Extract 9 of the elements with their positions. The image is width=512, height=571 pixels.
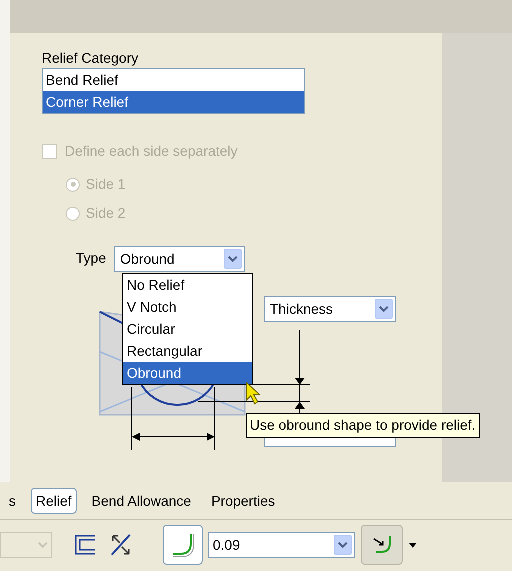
combo-value: Obround — [120, 250, 175, 268]
tooltip: Use obround shape to provide relief. — [246, 413, 480, 438]
checkbox-label: Define each side separately — [65, 142, 238, 161]
radio-label: Side 1 — [86, 175, 126, 194]
combo-value: Thickness — [270, 300, 334, 318]
combo-value: 0.09 — [213, 536, 240, 554]
type-label: Type — [76, 249, 106, 268]
radio-label: Side 2 — [86, 204, 126, 223]
section-label: Relief Category — [42, 49, 140, 67]
